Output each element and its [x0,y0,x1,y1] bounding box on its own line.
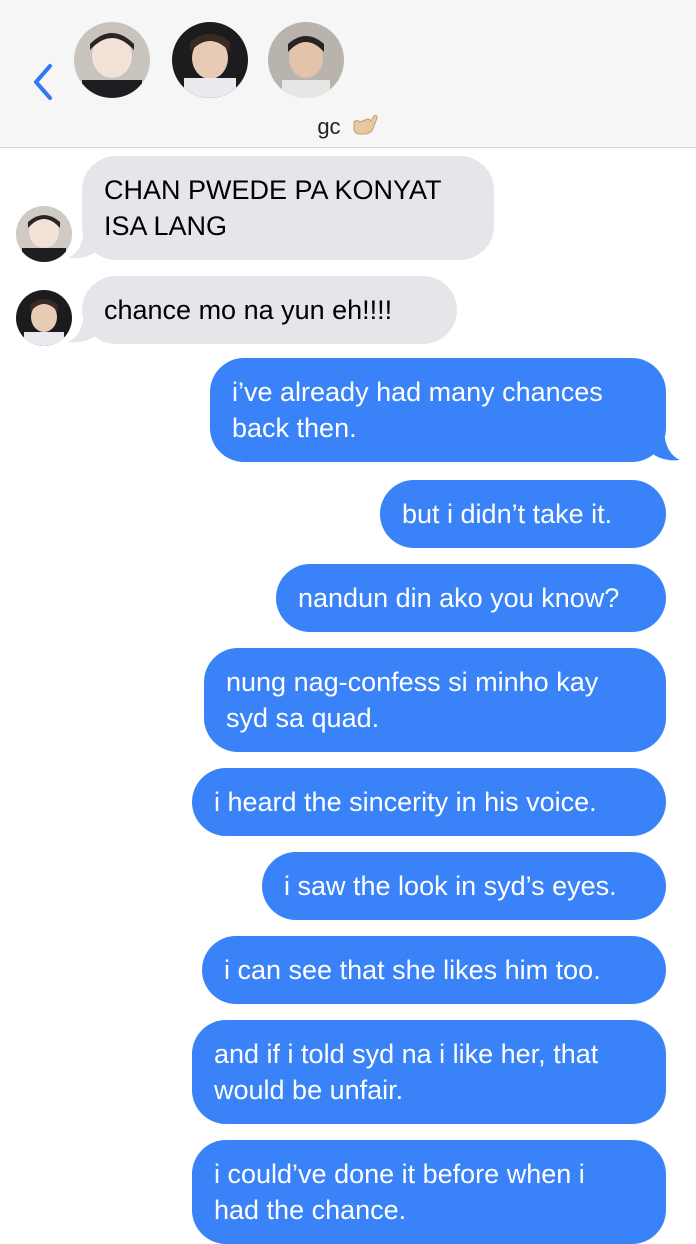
message-bubble-outgoing[interactable]: i can see that she likes him too. [202,936,666,1004]
message-bubble-outgoing[interactable]: i saw the look in syd’s eyes. [262,852,666,920]
message-line: would be unfair. [214,1075,404,1105]
group-name-text: gc [317,114,341,139]
participant-avatar-2[interactable] [172,22,248,98]
message-bubble-outgoing[interactable]: but i didn’t take it. [380,480,666,548]
participant-avatar-3[interactable] [268,22,344,98]
incoming-bubble-tail [68,314,98,343]
message-line: but i didn’t take it. [402,499,613,529]
message-bubble-incoming[interactable]: chance mo na yun eh!!!! [82,276,457,344]
incoming-bubble-tail [68,230,98,259]
message-line: ISA LANG [104,211,228,241]
message-line: nung nag-confess si minho kay [226,667,599,697]
conversation-header: gc [0,0,696,148]
message-line: syd sa quad. [226,703,380,733]
message-bubble-outgoing[interactable]: and if i told syd na i like her, that wo… [192,1020,666,1124]
message-line: chance mo na yun eh!!!! [104,295,393,325]
message-line: CHAN PWEDE PA KONYAT [104,175,442,205]
message-bubble-outgoing[interactable]: i’ve already had many chances back then. [210,358,666,462]
message-bubble-outgoing[interactable]: i could’ve done it before when i had the… [192,1140,666,1244]
message-line: i can see that she likes him too. [224,955,601,985]
message-line: i saw the look in syd’s eyes. [284,871,617,901]
sender-avatar-1[interactable] [16,206,72,262]
group-name[interactable]: gc [0,112,696,144]
message-line: had the chance. [214,1195,407,1225]
message-line: nandun din ako you know? [298,583,620,613]
message-bubble-outgoing[interactable]: i heard the sincerity in his voice. [192,768,666,836]
sender-avatar-2[interactable] [16,290,72,346]
message-line: back then. [232,413,357,443]
message-line: i could’ve done it before when i [214,1159,585,1189]
back-chevron-icon[interactable] [30,62,60,102]
outgoing-bubble-tail [650,432,680,461]
message-line: i’ve already had many chances [232,377,603,407]
message-bubble-outgoing[interactable]: nandun din ako you know? [276,564,666,632]
message-line: i heard the sincerity in his voice. [214,787,597,817]
message-bubble-incoming[interactable]: CHAN PWEDE PA KONYAT ISA LANG [82,156,494,260]
message-line: and if i told syd na i like her, that [214,1039,599,1069]
call-me-hand-emoji-icon [351,112,379,144]
participant-avatar-1[interactable] [74,22,150,98]
message-bubble-outgoing[interactable]: nung nag-confess si minho kay syd sa qua… [204,648,666,752]
